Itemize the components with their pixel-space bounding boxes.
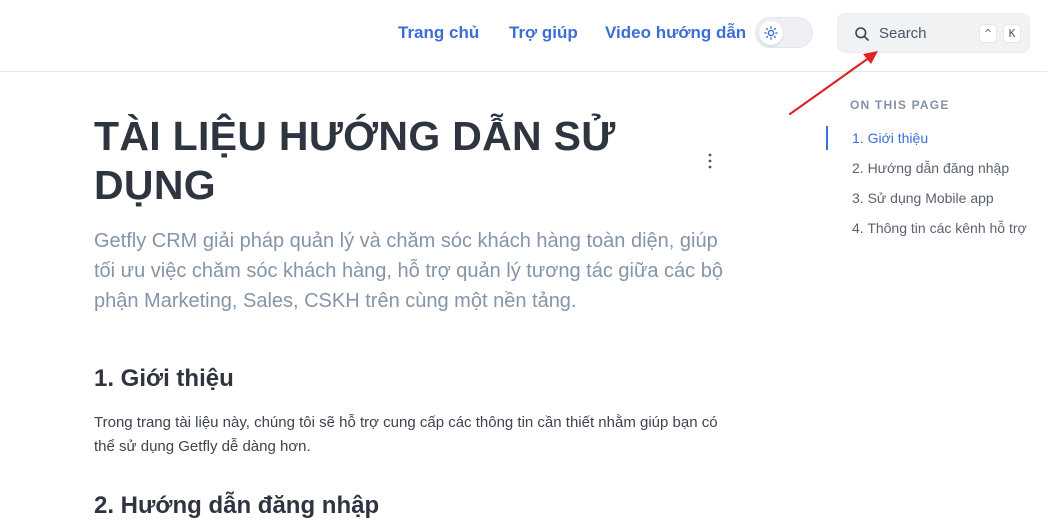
more-options-icon[interactable] [703, 152, 717, 170]
toc-item-support-channels[interactable]: 4. Thông tin các kênh hỗ trợ [852, 218, 1027, 238]
nav-link-home[interactable]: Trang chủ [398, 22, 479, 44]
toc-item-login[interactable]: 2. Hướng dẫn đăng nhập [852, 158, 1027, 178]
toc-title: ON THIS PAGE [850, 98, 950, 112]
shortcut-key-k: K [1003, 24, 1021, 43]
toc-item-intro[interactable]: 1. Giới thiệu [852, 128, 1027, 148]
toc-active-indicator [826, 126, 828, 150]
nav-link-video-guides[interactable]: Video hướng dẫn [605, 22, 746, 44]
page-lead: Getfly CRM giải pháp quản lý và chăm sóc… [94, 230, 723, 312]
page-title: TÀI LIỆU HƯỚNG DẪN SỬ DỤNG [94, 113, 616, 208]
section-text-intro: Trong trang tài liệu này, chúng tôi sẽ h… [94, 414, 718, 455]
shortcut-key-ctrl: ^ [979, 24, 997, 43]
section-heading-login: 2. Hướng dẫn đăng nhập [94, 492, 380, 519]
sun-icon [764, 26, 778, 40]
toc-item-mobile-app[interactable]: 3. Sử dụng Mobile app [852, 188, 1027, 208]
nav-link-help[interactable]: Trợ giúp [509, 22, 578, 44]
section-heading-intro: 1. Giới thiệu [94, 365, 234, 392]
